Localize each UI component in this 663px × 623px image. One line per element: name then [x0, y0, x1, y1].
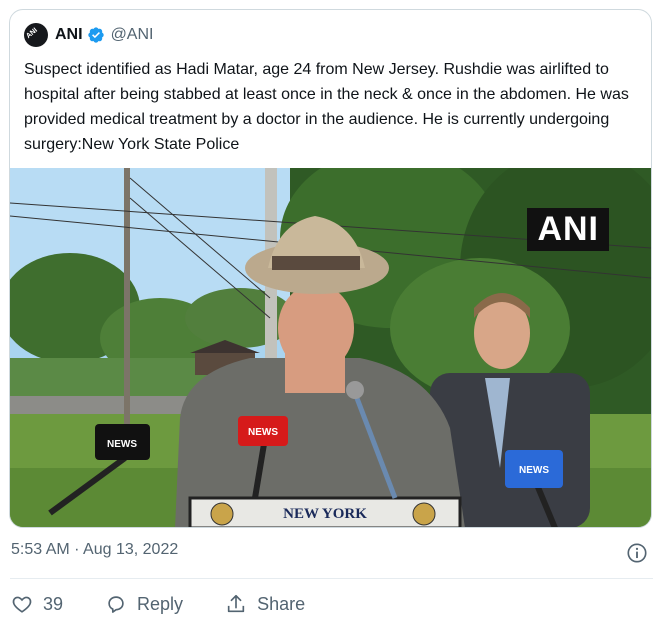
author-handle[interactable]: @ANI — [111, 26, 154, 44]
share-icon — [227, 594, 245, 613]
verified-badge-icon — [87, 26, 105, 44]
avatar[interactable]: ANI — [24, 23, 48, 47]
media-photo[interactable]: NEW YORK NEWS NEWS NEWS ANI — [10, 168, 651, 527]
reply-label: Reply — [137, 593, 184, 614]
avatar-logo-text: ANI — [25, 26, 39, 41]
info-icon[interactable] — [626, 542, 648, 569]
quoted-tweet-text: Suspect identified as Hadi Matar, age 24… — [24, 61, 629, 153]
share-label: Share — [257, 593, 306, 614]
mic-flag-text: NEWS — [519, 465, 549, 476]
ani-watermark: ANI — [527, 208, 609, 251]
quoted-tweet-card[interactable]: ANI ANI @ANI Suspect identified as Hadi … — [9, 9, 652, 528]
quoted-tweet-header: ANI ANI @ANI — [24, 22, 153, 48]
mic-flag-text: NEWS — [107, 439, 137, 450]
like-button[interactable]: 39 — [11, 593, 63, 615]
tweet-timestamp[interactable]: 5:53 AM · Aug 13, 2022 — [11, 541, 178, 559]
tweet-actions-bar: 39 Reply Share — [11, 590, 347, 618]
mic-flag-text: NEWS — [248, 427, 278, 438]
heart-icon — [12, 596, 32, 613]
author-display-name[interactable]: ANI — [55, 26, 83, 44]
share-button[interactable]: Share — [225, 593, 305, 615]
reply-button[interactable]: Reply — [105, 593, 183, 615]
like-count: 39 — [43, 593, 64, 614]
podium-text: NEW YORK — [283, 506, 367, 522]
divider — [10, 578, 653, 579]
reply-bubble-icon — [108, 596, 124, 613]
